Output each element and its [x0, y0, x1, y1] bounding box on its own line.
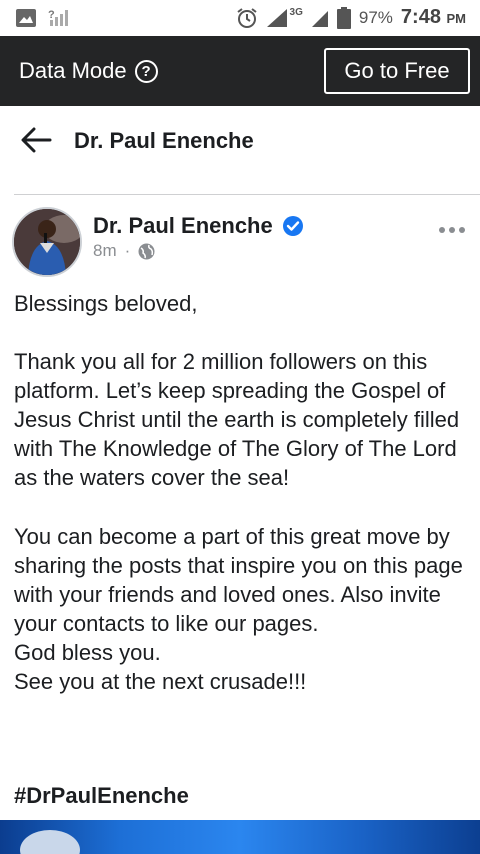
- status-bar: ? 3G 97% 7:48 PM: [0, 0, 480, 36]
- page-title: Dr. Paul Enenche: [74, 128, 254, 153]
- signal-icon: [266, 8, 287, 27]
- globe-icon: [138, 243, 155, 259]
- network-type: 3G: [289, 7, 303, 18]
- meta-separator: ·: [124, 241, 131, 260]
- info-circle-icon[interactable]: ?: [134, 59, 158, 83]
- post-photo[interactable]: [0, 820, 480, 854]
- data-mode-bar: Data Mode ? Go to Free: [0, 36, 480, 106]
- page-header: Dr. Paul Enenche: [0, 106, 480, 174]
- post-author-name[interactable]: Dr. Paul Enenche: [93, 213, 273, 239]
- post-body: Blessings beloved, Thank you all for 2 m…: [14, 289, 470, 696]
- post-paragraph: Thank you all for 2 million followers on…: [14, 349, 460, 491]
- post-meta: 8m ·: [93, 241, 155, 261]
- avatar-photo: [14, 209, 80, 275]
- clock-suffix: PM: [446, 11, 467, 26]
- signal-3g-icon: [311, 10, 328, 27]
- battery-percent: 97%: [358, 7, 393, 27]
- post-author-row: Dr. Paul Enenche: [93, 213, 304, 239]
- info-glyph: ?: [141, 62, 151, 80]
- verified-badge-icon: [282, 216, 303, 236]
- gallery-notification-icon: [16, 9, 36, 27]
- status-right: 3G 97% 7:48 PM: [236, 6, 466, 29]
- clock-time: 7:48: [400, 6, 441, 28]
- more-horizontal-icon[interactable]: [438, 220, 466, 240]
- post-paragraph: Blessings beloved,: [14, 291, 198, 316]
- go-to-free-button[interactable]: Go to Free: [324, 48, 470, 94]
- hashtag-link[interactable]: #DrPaulEnenche: [14, 783, 189, 809]
- no-signal-sim-icon: ?: [48, 9, 68, 26]
- data-mode-label: Data Mode: [19, 58, 127, 83]
- arrow-left-icon[interactable]: [20, 126, 52, 154]
- clock: 7:48 PM: [401, 6, 466, 29]
- svg-text:?: ?: [48, 9, 55, 21]
- data-mode-toggle[interactable]: Data Mode ?: [19, 58, 158, 84]
- status-left: ?: [16, 8, 72, 28]
- post-paragraph: You can become a part of this great move…: [14, 523, 463, 695]
- photo-highlight: [20, 830, 80, 854]
- alarm-icon: [236, 7, 257, 28]
- battery-icon: [336, 6, 351, 29]
- post-time[interactable]: 8m: [93, 241, 117, 261]
- header-divider: [14, 194, 480, 195]
- avatar[interactable]: [12, 207, 82, 277]
